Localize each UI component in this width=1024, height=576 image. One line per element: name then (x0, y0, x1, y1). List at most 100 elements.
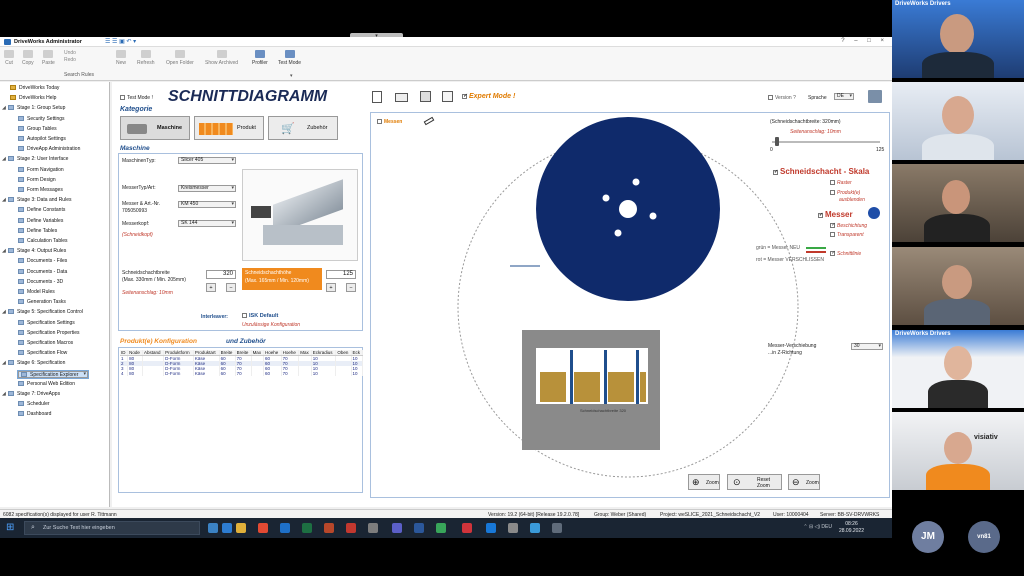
tree-item[interactable]: Personal Web Edition (18, 380, 75, 389)
table-header[interactable]: Produktform (163, 350, 194, 356)
tree-item[interactable]: Autopilot Settings (18, 136, 66, 144)
open-folder-button[interactable]: Open Folder (166, 50, 194, 66)
undo-button[interactable]: Undo (64, 50, 76, 57)
transparent-checkbox[interactable]: Transparent (830, 232, 864, 238)
seitenanschlag-slider-track[interactable] (772, 141, 880, 143)
driveworks-task-icon[interactable] (530, 523, 540, 533)
search-rules-button[interactable]: Search Rules (64, 72, 94, 78)
isk-default-checkbox[interactable]: ISK Default (242, 313, 278, 319)
task-view-icon[interactable] (208, 523, 218, 533)
participant-tile[interactable]: DriveWorks Drivers (892, 330, 1024, 408)
tools-icon[interactable] (508, 523, 518, 533)
messer-nr-select[interactable]: KM 450 (178, 201, 236, 208)
tree-item[interactable]: Define Tables (18, 227, 57, 236)
window-controls[interactable]: ? – □ × (841, 38, 888, 44)
participant-tile[interactable] (892, 82, 1024, 160)
taskbar-search[interactable]: ⌕ Zur Suche Text hier eingeben (24, 521, 200, 535)
version-checkbox[interactable]: Version ? (768, 95, 796, 101)
tree-item[interactable]: DriveApp Administration (18, 146, 80, 154)
powerpoint-icon[interactable] (324, 523, 334, 533)
tree-item[interactable]: Model Rules (18, 289, 55, 297)
messerkopf-select[interactable]: SK 144 (178, 220, 236, 227)
refresh-button[interactable]: Refresh (137, 50, 155, 66)
table-header[interactable]: Produktart (193, 350, 220, 356)
schneidschachthoehe-minus-button[interactable]: − (346, 283, 356, 292)
cut-button[interactable]: Cut (4, 50, 14, 66)
participant-tile[interactable] (892, 247, 1024, 325)
tree-item[interactable]: Dashboard (18, 411, 51, 419)
sprache-select[interactable]: DE (834, 93, 854, 100)
tree-item[interactable]: Form Messages (18, 187, 63, 195)
tree-item[interactable]: Documents - Data (18, 268, 67, 277)
tree-stage[interactable]: ◢ Stage 3: Data and Rules (2, 197, 71, 205)
produkte-ausblenden-checkbox[interactable]: Produkt(e) (830, 190, 860, 196)
profiler-button[interactable]: Profiler (252, 50, 268, 66)
tree-item[interactable]: Group Tables (18, 125, 57, 134)
system-tray[interactable]: ⌃ ⊟ ◁) DEU (803, 524, 832, 530)
acrobat-icon[interactable] (346, 523, 356, 533)
taskbar-clock[interactable]: 08:26 28.09.2022 (839, 521, 864, 535)
solidworks-icon[interactable] (462, 523, 472, 533)
chrome-icon[interactable] (258, 523, 268, 533)
side-panel-icon[interactable] (868, 90, 882, 103)
schneidschachthoehe-plus-button[interactable]: + (326, 283, 336, 292)
schneidschachtbreite-input[interactable]: 320 (206, 270, 236, 279)
participant-avatar[interactable]: vn81 (968, 521, 1000, 553)
participant-tile[interactable]: DriveWorks Drivers (892, 0, 1024, 78)
save-icon[interactable] (420, 91, 431, 102)
paste-button[interactable]: Paste (42, 50, 55, 66)
windows-start-icon[interactable]: ⊞ (6, 523, 16, 533)
check-icon[interactable] (436, 523, 446, 533)
tree-item[interactable]: Documents - Files (18, 258, 67, 266)
explorer-icon[interactable] (236, 523, 246, 533)
tree-stage[interactable]: ◢ Stage 4: Output Rules (2, 248, 66, 256)
maschinentyp-select[interactable]: Slicer 405 (178, 157, 236, 164)
tree-item[interactable]: Calculation Tables (18, 238, 68, 246)
table-header[interactable]: Abstand (142, 350, 165, 356)
new-doc-icon[interactable] (372, 91, 382, 103)
category-produkt-button[interactable]: Produkt (194, 116, 264, 140)
new-button[interactable]: New (116, 50, 126, 66)
participant-tile[interactable] (892, 164, 1024, 242)
redo-button[interactable]: Redo (64, 57, 76, 64)
verschiebung-select[interactable]: 30 (851, 343, 883, 350)
category-zubehoer-button[interactable]: 🛒 Zubehör (268, 116, 338, 140)
schneidschachtbreite-minus-button[interactable]: − (226, 283, 236, 292)
zoom-in-button[interactable]: ⊕ Zoom (688, 474, 720, 490)
zoom-out-button[interactable]: ⊖ Zoom (788, 474, 820, 490)
tree-item[interactable]: Form Navigation (18, 166, 64, 175)
edge-icon[interactable] (222, 523, 232, 533)
schnittlinie-checkbox[interactable]: Schnittlinie (830, 250, 861, 257)
show-archived-button[interactable]: Show Archived (205, 50, 238, 66)
category-maschine-button[interactable]: Maschine (120, 116, 190, 140)
tree-stage[interactable]: ◢ Stage 2: User Interface (2, 156, 68, 164)
table-row[interactable]: 4 80 D-Form Käse 60 70 60 70 10 10 (120, 371, 364, 376)
teams-icon[interactable] (392, 523, 402, 533)
settings-task-icon[interactable] (552, 523, 562, 533)
ie-icon[interactable] (280, 523, 290, 533)
schneidschachthoehe-input[interactable]: 125 (326, 270, 356, 279)
outlook-icon[interactable] (486, 523, 496, 533)
test-mode-button[interactable]: Test Mode (278, 50, 301, 66)
raster-checkbox[interactable]: Raster (830, 180, 852, 186)
reset-zoom-button[interactable]: ⊙ Reset Zoom (727, 474, 782, 490)
table-header[interactable]: Eckradius (311, 350, 337, 356)
copy-button[interactable]: Copy (22, 50, 34, 66)
test-mode-checkbox[interactable]: Test Mode ! (120, 95, 153, 101)
tree-stage[interactable]: ◢ Stage 1: Group Setup (2, 105, 65, 113)
tree-item[interactable]: Specification Properties (18, 329, 80, 338)
seitenanschlag-slider-thumb[interactable] (775, 137, 780, 146)
tree-item[interactable]: Generation Tasks (18, 299, 66, 307)
open-folder-icon[interactable] (395, 93, 408, 102)
tree-item[interactable]: DriveWorks Help (10, 95, 56, 103)
messer-checkbox[interactable]: Messer (818, 210, 853, 219)
schneidschachtbreite-plus-button[interactable]: + (206, 283, 216, 292)
word-icon[interactable] (414, 523, 424, 533)
tree-item[interactable]: Specification Settings (18, 319, 75, 328)
excel-icon[interactable] (302, 523, 312, 533)
tree-item[interactable]: Define Constants (18, 207, 65, 215)
ribbon-collapse-caret[interactable]: ▾ (290, 73, 293, 79)
app-icon-gray[interactable] (368, 523, 378, 533)
participant-tile[interactable]: visiativ (892, 412, 1024, 490)
tree-item[interactable]: Security Settings (18, 115, 65, 124)
